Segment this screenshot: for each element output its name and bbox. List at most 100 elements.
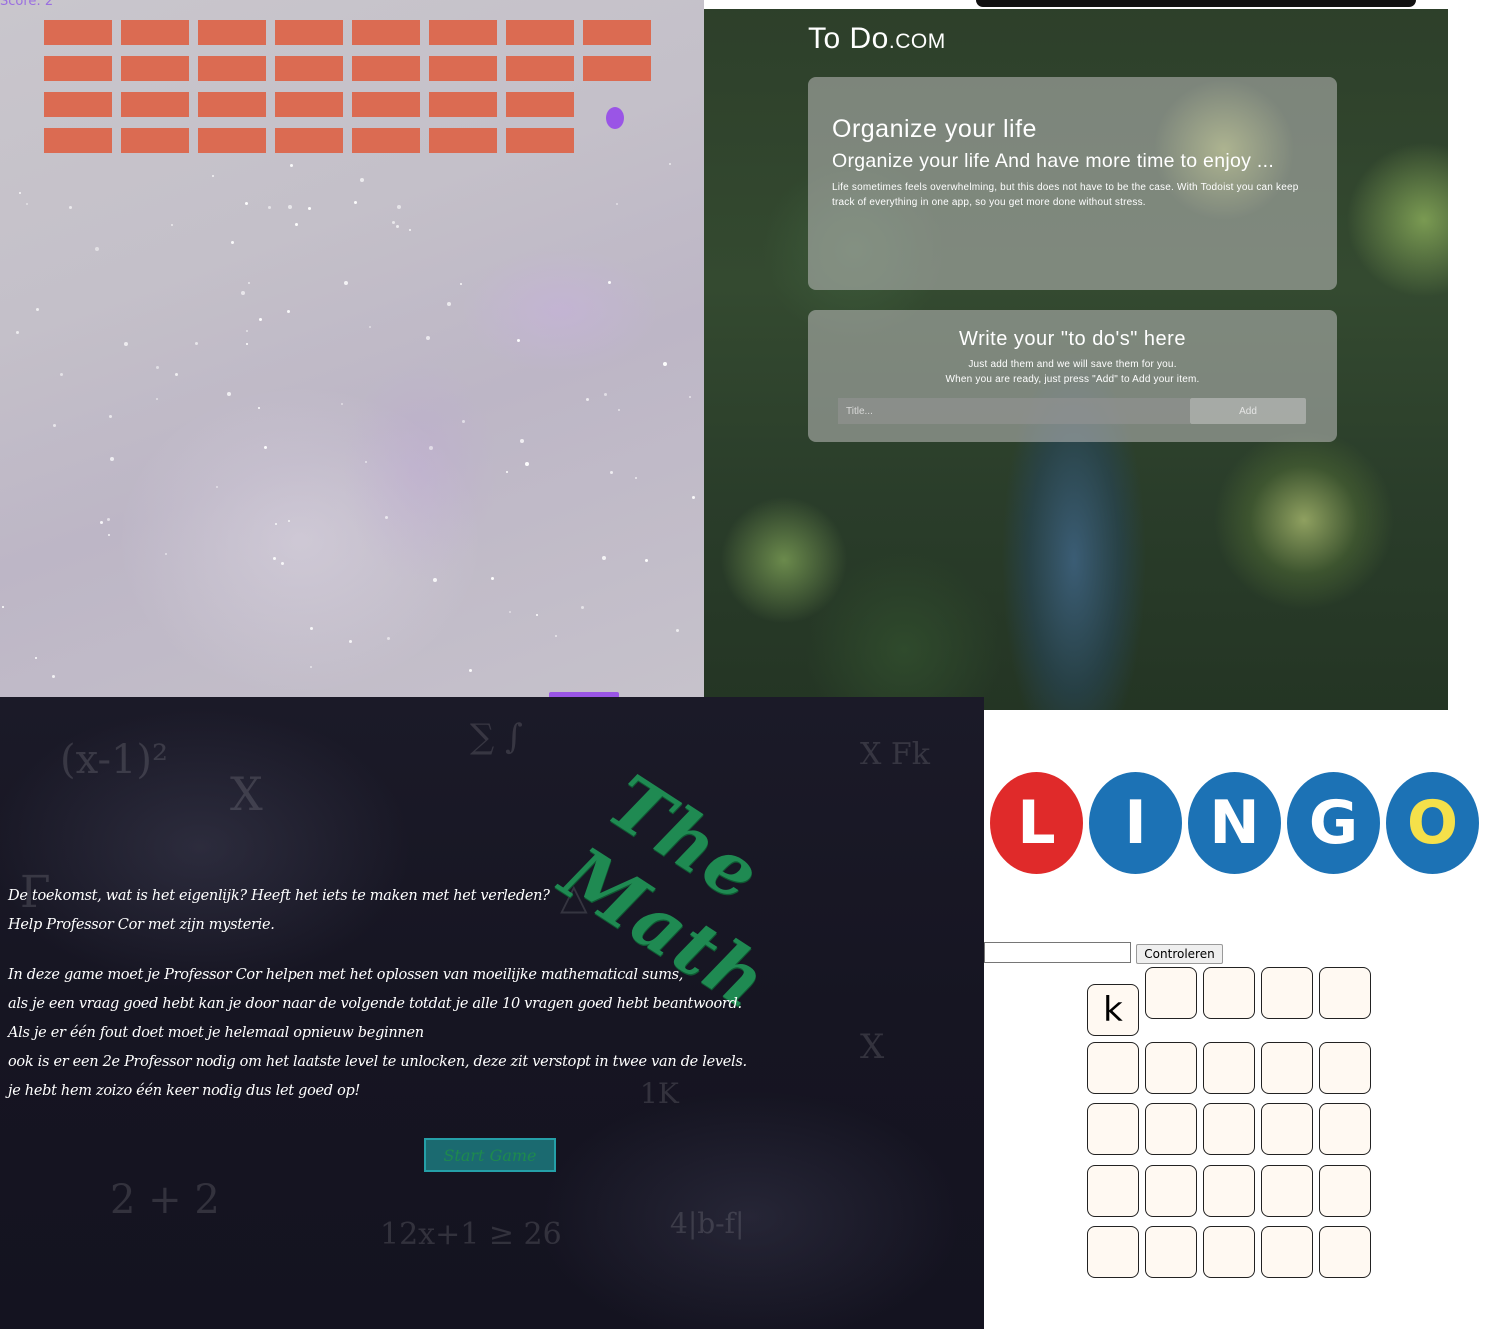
lingo-letter-i: I (1089, 772, 1182, 874)
star (281, 562, 284, 565)
lingo-letter-n: N (1188, 772, 1281, 874)
check-button[interactable]: Controleren (1136, 944, 1223, 964)
star (231, 241, 234, 244)
redacted-bar (976, 0, 1416, 7)
rules-line-5: je hebt hem zoizo één keer nodig dus let… (8, 1083, 361, 1099)
brick (429, 56, 497, 81)
star (108, 534, 110, 536)
form-line-1: Just add them and we will save them for … (968, 359, 1177, 370)
star (171, 224, 173, 226)
brick (429, 92, 497, 117)
todo-logo[interactable]: To Do.COM (808, 22, 946, 56)
form-line-2: When you are ready, just press "Add" to … (945, 374, 1200, 385)
brick (198, 128, 266, 153)
star (517, 339, 520, 342)
star (216, 486, 218, 488)
star (354, 201, 357, 204)
grid-cell (1261, 1165, 1313, 1217)
grid-cell (1145, 1226, 1197, 1278)
chalk-doodle: ∑ ∫ (470, 717, 523, 757)
star (69, 206, 72, 209)
brick (352, 20, 420, 45)
star (100, 521, 103, 524)
star (520, 439, 524, 443)
intro-line-2: Help Professor Cor met zijn mysterie. (8, 917, 275, 933)
star (469, 669, 472, 672)
star (392, 221, 395, 224)
brick (44, 128, 112, 153)
star (462, 420, 465, 423)
grid-cell (1087, 1165, 1139, 1217)
star (156, 366, 159, 369)
star (16, 331, 19, 334)
star (409, 229, 411, 231)
brick (506, 20, 574, 45)
star (387, 637, 390, 640)
star (2, 606, 4, 608)
brick (429, 128, 497, 153)
star (268, 206, 271, 209)
grid-cell (1261, 1103, 1313, 1155)
star (397, 205, 401, 209)
chalk-doodle: 12x+1 ≥ 26 (380, 1217, 562, 1252)
star (536, 614, 538, 616)
add-button[interactable]: Add (1190, 398, 1306, 424)
todo-form-card: Write your "to do's" here Just add them … (808, 310, 1337, 442)
brick (583, 20, 651, 45)
brick (121, 20, 189, 45)
star (385, 516, 388, 519)
star (53, 424, 56, 427)
breakout-game[interactable]: Score: 2 (0, 0, 704, 697)
chalk-doodle: (x-1)² (60, 737, 169, 783)
star (290, 164, 293, 167)
brick (429, 20, 497, 45)
chalk-doodle: X (230, 767, 263, 821)
guess-input[interactable] (984, 942, 1131, 963)
brick (275, 56, 343, 81)
star (645, 559, 648, 562)
todo-title-input[interactable] (838, 398, 1190, 424)
grid-cell (1203, 1226, 1255, 1278)
brick (44, 92, 112, 117)
grid-cell (1319, 967, 1371, 1019)
grid-cell (1087, 1042, 1139, 1094)
logo-main: To Do (808, 22, 889, 55)
star (60, 373, 63, 376)
star (525, 462, 529, 466)
brick (198, 20, 266, 45)
star (308, 207, 311, 210)
star (248, 282, 250, 284)
start-game-button[interactable]: Start Game (424, 1138, 556, 1172)
lingo-letter-l: L (990, 772, 1083, 874)
rules-line-1: In deze game moet je Professor Cor helpe… (8, 967, 684, 983)
star (433, 578, 437, 582)
grid-cell (1261, 967, 1313, 1019)
brick (275, 92, 343, 117)
star (341, 403, 343, 405)
star (602, 556, 606, 560)
grid-cell (1203, 1103, 1255, 1155)
ball (606, 107, 624, 129)
star (604, 393, 607, 396)
grid-cell (1145, 1103, 1197, 1155)
math-game: (x-1)² X ∑ ∫ Γ △ X Fk 1K 2 + 2 12x+1 ≥ 2… (0, 697, 984, 1329)
grid-cell (1145, 1042, 1197, 1094)
grid-cell (1319, 1226, 1371, 1278)
star (295, 223, 298, 226)
hero-subtitle: Organize your life And have more time to… (832, 150, 1275, 172)
lingo-letter-g: G (1287, 772, 1380, 874)
brick (583, 56, 651, 81)
star (287, 310, 290, 313)
star (110, 457, 114, 461)
grid-cell: k (1087, 984, 1139, 1036)
star (264, 446, 267, 449)
intro-line-1: De toekomst, wat is het eigenlijk? Heeft… (8, 888, 550, 904)
star (581, 606, 584, 609)
chalk-doodle: 1K (640, 1077, 679, 1110)
grid-cell (1203, 1165, 1255, 1217)
brick (121, 128, 189, 153)
star (275, 523, 277, 525)
star (124, 342, 128, 346)
star (586, 398, 589, 401)
star (426, 336, 430, 340)
